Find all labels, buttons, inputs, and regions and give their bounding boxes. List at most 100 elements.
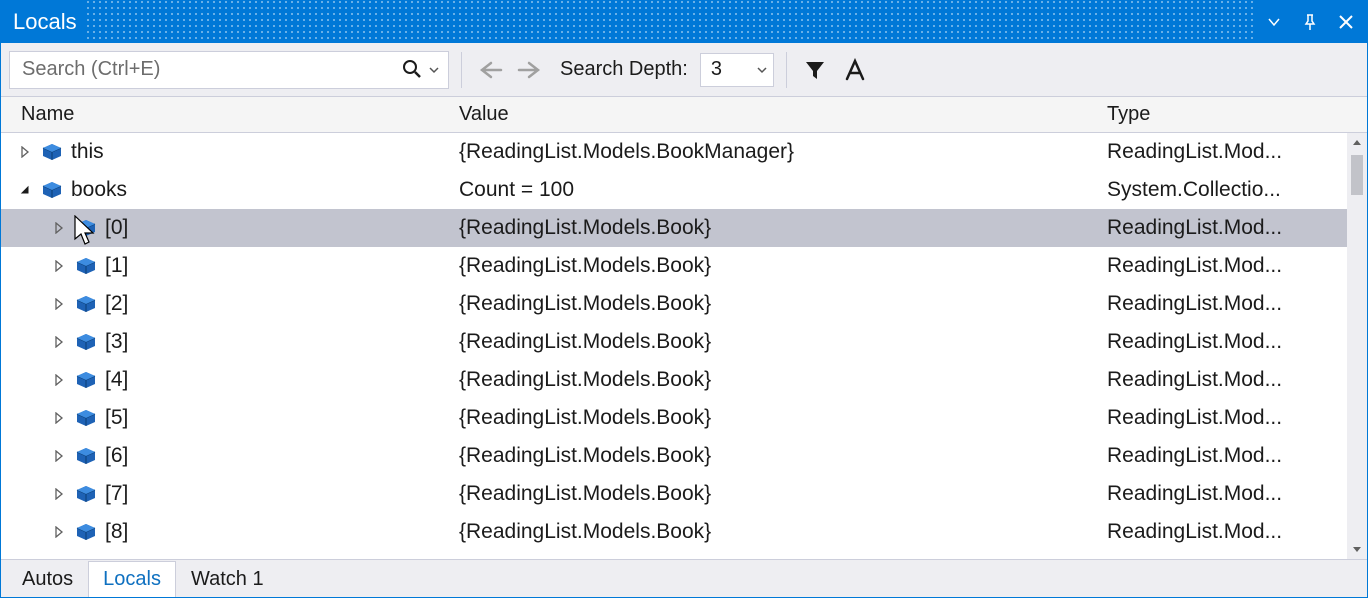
expand-button[interactable] bbox=[17, 144, 33, 160]
variable-name: [0] bbox=[105, 216, 128, 240]
type-cell: ReadingList.Mod... bbox=[1097, 520, 1367, 544]
object-icon bbox=[75, 295, 97, 313]
object-icon bbox=[75, 485, 97, 503]
value-cell[interactable]: {ReadingList.Models.Book} bbox=[449, 330, 1097, 354]
collapse-button[interactable] bbox=[17, 182, 33, 198]
name-cell: [4] bbox=[1, 368, 449, 392]
titlebar-title: Locals bbox=[13, 9, 85, 35]
close-button[interactable] bbox=[1335, 11, 1357, 33]
variable-row[interactable]: [4]{ReadingList.Models.Book}ReadingList.… bbox=[1, 361, 1367, 399]
variable-name: [2] bbox=[105, 292, 128, 316]
window-menu-button[interactable] bbox=[1263, 11, 1285, 33]
variable-row[interactable]: [6]{ReadingList.Models.Book}ReadingList.… bbox=[1, 437, 1367, 475]
variable-row[interactable]: [0] {ReadingList.Models.Book}ReadingList.… bbox=[1, 209, 1367, 247]
variable-row[interactable]: [2] {ReadingList.Models.Book}ReadingList.… bbox=[1, 285, 1367, 323]
scrollbar-thumb[interactable] bbox=[1351, 155, 1363, 195]
value-cell[interactable]: {ReadingList.Models.Book} bbox=[449, 444, 1097, 468]
name-cell: [0] bbox=[1, 216, 449, 240]
object-icon bbox=[75, 409, 97, 427]
expand-button[interactable] bbox=[51, 524, 67, 540]
type-cell: ReadingList.Mod... bbox=[1097, 406, 1367, 430]
titlebar: Locals bbox=[1, 1, 1367, 43]
variables-grid: Name Value Type this {ReadingList.Models.… bbox=[1, 97, 1367, 559]
expand-button[interactable] bbox=[51, 372, 67, 388]
expand-button[interactable] bbox=[51, 296, 67, 312]
expand-button[interactable] bbox=[51, 486, 67, 502]
scroll-up-button[interactable] bbox=[1347, 133, 1367, 153]
column-header-name[interactable]: Name bbox=[1, 97, 449, 132]
filter-button[interactable] bbox=[799, 54, 831, 86]
variable-name: [1] bbox=[105, 254, 128, 278]
tab-locals[interactable]: Locals bbox=[88, 561, 176, 598]
expand-button[interactable] bbox=[51, 448, 67, 464]
tab-autos[interactable]: Autos bbox=[7, 561, 88, 598]
object-icon bbox=[75, 333, 97, 351]
grid-body: this{ReadingList.Models.BookManager}Read… bbox=[1, 133, 1367, 559]
pin-button[interactable] bbox=[1299, 11, 1321, 33]
variable-row[interactable]: [5]{ReadingList.Models.Book}ReadingList.… bbox=[1, 399, 1367, 437]
nav-back-button[interactable] bbox=[474, 54, 506, 86]
value-cell[interactable]: {ReadingList.Models.Book} bbox=[449, 216, 1097, 240]
column-header-value[interactable]: Value bbox=[449, 97, 1097, 132]
type-cell: ReadingList.Mod... bbox=[1097, 216, 1367, 240]
name-cell: books bbox=[1, 178, 449, 202]
object-icon bbox=[75, 523, 97, 541]
variable-row[interactable]: [1] {ReadingList.Models.Book}ReadingList.… bbox=[1, 247, 1367, 285]
search-icon[interactable] bbox=[402, 59, 424, 81]
toolbar: Search Depth: 3 bbox=[1, 43, 1367, 97]
value-cell[interactable]: {ReadingList.Models.Book} bbox=[449, 292, 1097, 316]
search-dropdown-button[interactable] bbox=[426, 65, 442, 75]
expand-button[interactable] bbox=[51, 334, 67, 350]
object-icon bbox=[75, 371, 97, 389]
name-cell: this bbox=[1, 140, 449, 164]
search-box[interactable] bbox=[9, 51, 449, 89]
variable-name: [7] bbox=[105, 482, 128, 506]
name-cell: [8] bbox=[1, 520, 449, 544]
vertical-scrollbar[interactable] bbox=[1347, 133, 1367, 559]
variable-row[interactable]: [8] {ReadingList.Models.Book}ReadingList.… bbox=[1, 513, 1367, 551]
tab-strip: AutosLocalsWatch 1 bbox=[1, 559, 1367, 597]
search-depth-label: Search Depth: bbox=[554, 58, 692, 81]
object-icon bbox=[75, 219, 97, 237]
variable-name: [8] bbox=[105, 520, 128, 544]
value-cell[interactable]: Count = 100 bbox=[449, 178, 1097, 202]
expand-button[interactable] bbox=[51, 220, 67, 236]
type-cell: ReadingList.Mod... bbox=[1097, 330, 1367, 354]
toolbar-separator bbox=[461, 52, 462, 88]
value-cell[interactable]: {ReadingList.Models.BookManager} bbox=[449, 140, 1097, 164]
titlebar-grip[interactable] bbox=[85, 1, 1255, 43]
nav-forward-button[interactable] bbox=[514, 54, 546, 86]
chevron-down-icon bbox=[757, 65, 767, 75]
name-cell: [2] bbox=[1, 292, 449, 316]
value-cell[interactable]: {ReadingList.Models.Book} bbox=[449, 368, 1097, 392]
type-cell: ReadingList.Mod... bbox=[1097, 254, 1367, 278]
type-cell: ReadingList.Mod... bbox=[1097, 140, 1367, 164]
variable-row[interactable]: booksCount = 100System.Collectio... bbox=[1, 171, 1367, 209]
value-cell[interactable]: {ReadingList.Models.Book} bbox=[449, 482, 1097, 506]
text-style-button[interactable] bbox=[839, 54, 871, 86]
variable-row[interactable]: [3]{ReadingList.Models.Book}ReadingList.… bbox=[1, 323, 1367, 361]
expand-button[interactable] bbox=[51, 410, 67, 426]
search-input[interactable] bbox=[20, 57, 402, 82]
object-icon bbox=[41, 143, 63, 161]
search-depth-value: 3 bbox=[711, 58, 757, 81]
value-cell[interactable]: {ReadingList.Models.Book} bbox=[449, 254, 1097, 278]
grid-header: Name Value Type bbox=[1, 97, 1367, 133]
type-cell: ReadingList.Mod... bbox=[1097, 482, 1367, 506]
column-header-type[interactable]: Type bbox=[1097, 97, 1367, 132]
type-cell: System.Collectio... bbox=[1097, 178, 1367, 202]
variable-row[interactable]: this {ReadingList.Models.BookManager}Read… bbox=[1, 133, 1367, 171]
expand-button[interactable] bbox=[51, 258, 67, 274]
name-cell: [1] bbox=[1, 254, 449, 278]
variable-row[interactable]: [7] {ReadingList.Models.Book}ReadingList.… bbox=[1, 475, 1367, 513]
value-cell[interactable]: {ReadingList.Models.Book} bbox=[449, 520, 1097, 544]
type-cell: ReadingList.Mod... bbox=[1097, 368, 1367, 392]
search-depth-selector[interactable]: 3 bbox=[700, 53, 774, 87]
value-cell[interactable]: {ReadingList.Models.Book} bbox=[449, 406, 1097, 430]
scroll-down-button[interactable] bbox=[1347, 539, 1367, 559]
tab-watch-1[interactable]: Watch 1 bbox=[176, 561, 279, 598]
type-cell: ReadingList.Mod... bbox=[1097, 292, 1367, 316]
variable-name: this bbox=[71, 140, 104, 164]
toolbar-separator bbox=[786, 52, 787, 88]
variable-name: [6] bbox=[105, 444, 128, 468]
